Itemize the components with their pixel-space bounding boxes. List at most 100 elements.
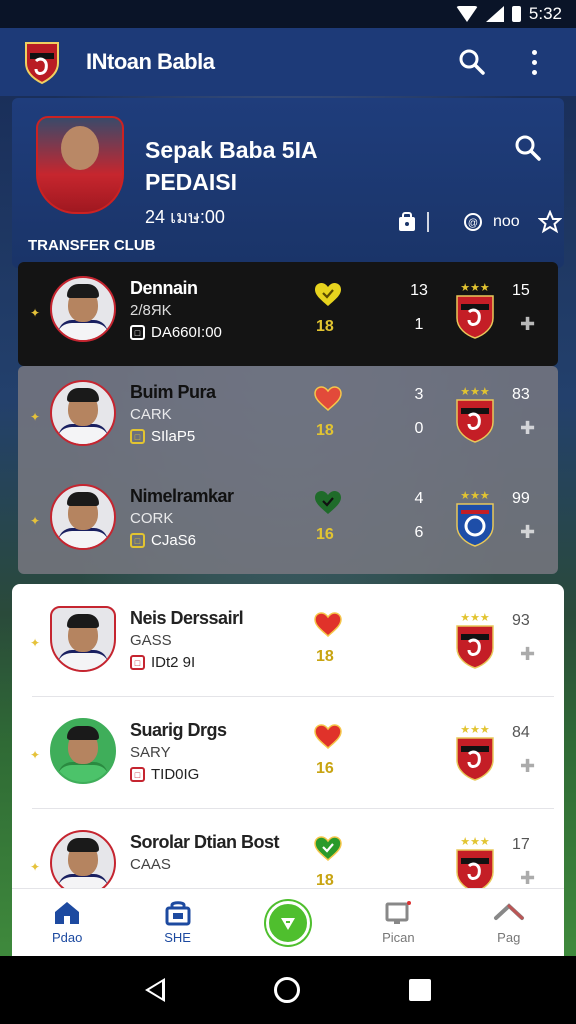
nav-home-label: Pdao — [52, 930, 83, 945]
back-icon[interactable] — [144, 978, 165, 1002]
sparkle-icon: ✦ — [30, 748, 41, 762]
hero-actions: @ noo — [397, 210, 562, 234]
player-face — [61, 126, 99, 170]
heart-icon[interactable] — [314, 386, 342, 412]
pin-icon[interactable]: ✚ — [520, 522, 535, 543]
player-rating: 16 — [316, 760, 334, 777]
club-crest-icon — [25, 42, 59, 85]
heart-check-icon[interactable] — [314, 836, 342, 862]
stat-assists: 6 — [414, 524, 424, 541]
sparkle-icon: ✦ — [30, 514, 41, 528]
player-row[interactable]: ✦ Suarig Drgs SARY □ TID0IG 16 ★★★ 84 ✚ — [18, 704, 558, 808]
player-points: 99 — [512, 490, 530, 507]
app-bar: INtoan Babla — [0, 28, 576, 96]
player-row[interactable]: ✦ Neis Derssairl GASS □ IDt2 9I 18 ★★★ 93… — [18, 592, 558, 696]
player-position: SARY — [130, 744, 171, 761]
recent-apps-icon[interactable] — [409, 979, 432, 1001]
sparkle-icon: ✦ — [30, 636, 41, 650]
player-points: 83 — [512, 386, 530, 403]
svg-text:★★★: ★★★ — [460, 281, 490, 294]
club-badge-icon: ★★★ — [456, 385, 494, 443]
svg-text:★★★: ★★★ — [460, 611, 490, 624]
shop-icon — [165, 901, 191, 926]
player-row[interactable]: ✦ Dennain 2/8ЯK □ DA660I:00 18 13 1 ★★★ 1… — [18, 262, 558, 366]
player-meta: □ TID0IG — [130, 766, 199, 783]
stat-goals: 4 — [414, 490, 424, 507]
player-row[interactable]: ✦ Nimelramkar CORK □ CJaS6 16 4 6 ★★★ 99 … — [18, 470, 558, 574]
hero-title: Sepak Baba 5IA PEDAISI — [145, 134, 318, 198]
search-button[interactable] — [452, 42, 492, 82]
wifi-icon — [455, 6, 478, 22]
heart-icon[interactable] — [314, 724, 342, 750]
sparkle-icon: ✦ — [30, 410, 41, 424]
player-rating: 18 — [316, 872, 334, 888]
player-position: CARK — [130, 406, 172, 423]
pin-icon[interactable]: ✚ — [520, 868, 535, 888]
player-avatar — [50, 718, 116, 784]
pin-icon[interactable]: ✚ — [520, 314, 535, 335]
player-name: Nimelramkar — [130, 486, 234, 506]
club-badge-icon: ★★★ — [456, 611, 494, 669]
pin-icon[interactable]: ✚ — [520, 644, 535, 665]
stat-assists: 0 — [414, 420, 424, 437]
club-badge-icon: ★★★ — [456, 489, 494, 547]
stat-assists: 1 — [414, 316, 424, 333]
system-navigation — [0, 956, 576, 1024]
pin-icon[interactable]: ✚ — [520, 756, 535, 777]
nav-shop[interactable]: SHE — [133, 900, 223, 945]
pin-icon[interactable]: ✚ — [520, 418, 535, 439]
signal-icon — [485, 6, 504, 22]
nav-home[interactable]: Pdao — [22, 900, 112, 945]
tag-icon: □ — [130, 325, 145, 340]
player-points: 15 — [512, 282, 530, 299]
chevron-up-icon — [493, 903, 524, 920]
section-label: TRANSFER CLUB — [28, 237, 156, 254]
star-icon[interactable] — [537, 210, 562, 234]
player-name: Buim Pura — [130, 382, 216, 402]
coin-icon: @ — [464, 213, 482, 231]
hero-subtitle: 24 เมษ:00 — [145, 207, 225, 227]
sparkle-icon: ✦ — [30, 860, 41, 874]
heart-check-icon[interactable] — [314, 490, 342, 516]
player-name: Dennain — [130, 278, 198, 298]
player-position: CAAS — [130, 856, 171, 873]
bottom-navigation: Pdao SHE Pican Pag — [12, 888, 564, 956]
player-points: 84 — [512, 724, 530, 741]
player-position: GASS — [130, 632, 172, 649]
heart-check-icon[interactable] — [314, 282, 342, 308]
home-circle-icon[interactable] — [273, 977, 300, 1003]
player-row[interactable]: ✦ Sorolar Dtian Bost CAAS 18 ★★★ 17 ✚ — [18, 816, 558, 888]
nav-pag[interactable]: Pag — [464, 900, 554, 945]
hero-search-button[interactable] — [514, 134, 542, 167]
nav-screen-label: Pican — [382, 930, 415, 945]
player-meta: □ CJaS6 — [130, 532, 196, 549]
nav-screen[interactable]: Pican — [353, 900, 443, 945]
player-avatar — [50, 380, 116, 446]
stat-goals: 13 — [410, 282, 428, 299]
player-row[interactable]: ✦ Buim Pura CARK □ SIlaP5 18 3 0 ★★★ 83 ✚ — [18, 366, 558, 470]
player-avatar — [50, 484, 116, 550]
player-meta: □ SIlaP5 — [130, 428, 195, 445]
nav-play[interactable] — [243, 900, 333, 945]
row-separator — [32, 808, 554, 809]
coin-label: noo — [493, 213, 520, 230]
status-time: 5:32 — [528, 4, 562, 23]
whistle-icon — [265, 900, 310, 945]
row-separator — [32, 696, 554, 697]
nav-shop-label: SHE — [164, 930, 191, 945]
heart-icon[interactable] — [314, 612, 342, 638]
search-icon — [459, 49, 485, 75]
player-avatar — [50, 606, 116, 672]
app-title: INtoan Babla — [86, 49, 215, 74]
status-bar: 5:32 — [0, 0, 576, 28]
player-rating: 18 — [316, 648, 334, 665]
bag-icon[interactable] — [397, 211, 417, 233]
tag-icon: □ — [130, 533, 145, 548]
svg-text:★★★: ★★★ — [460, 835, 490, 848]
player-position: CORK — [130, 510, 174, 527]
svg-text:★★★: ★★★ — [460, 489, 490, 502]
more-options-button[interactable] — [514, 42, 554, 82]
nav-pag-label: Pag — [497, 930, 521, 945]
sparkle-icon: ✦ — [30, 306, 41, 320]
player-meta: □ DA660I:00 — [130, 324, 222, 341]
